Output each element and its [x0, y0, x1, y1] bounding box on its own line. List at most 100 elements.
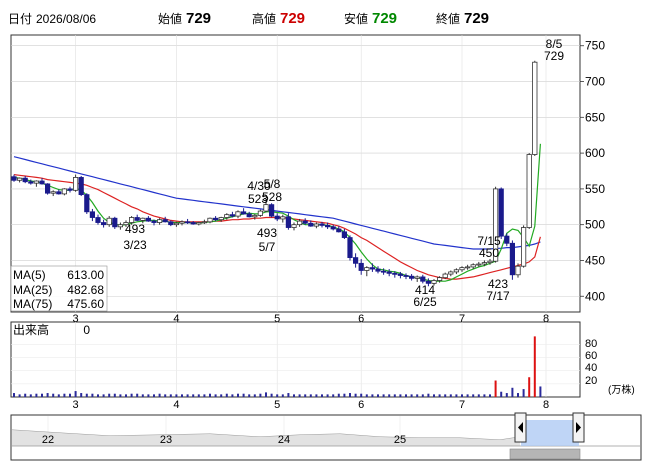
annotation-label: 6/25	[413, 295, 437, 309]
volume-bar	[505, 393, 508, 397]
candle-body	[73, 177, 79, 191]
volume-bar	[528, 377, 531, 397]
volume-bar	[237, 393, 239, 397]
volume-bar	[494, 380, 497, 397]
annotation-label: 493	[257, 226, 277, 240]
candle-body	[296, 220, 303, 226]
ma-legend: MA(5) 613.00 MA(25) 482.68 MA(75) 475.60	[10, 265, 108, 312]
volume-bar	[517, 393, 519, 397]
volume-bar	[63, 393, 66, 397]
volume-bar	[416, 394, 419, 397]
volume-bar	[197, 394, 200, 397]
volume-bar	[332, 394, 335, 397]
candle-body	[470, 264, 476, 268]
volume-bar	[52, 393, 55, 397]
candle-body	[67, 188, 73, 191]
candle-body	[459, 267, 465, 271]
navigator-scrollbar[interactable]	[509, 448, 581, 460]
candle-body	[16, 177, 23, 181]
volume-bar	[164, 394, 167, 397]
open-label: 始値	[158, 11, 182, 26]
navigator-tick-label: 24	[278, 434, 290, 446]
volume-bar	[444, 394, 447, 397]
annotation-label: 5/7	[259, 240, 276, 254]
volume-bar	[293, 394, 295, 397]
volume-bar	[438, 394, 441, 397]
volume-bar	[477, 394, 480, 397]
volume-bar	[399, 394, 402, 397]
candle-body	[212, 217, 219, 221]
candle	[61, 188, 68, 196]
candle-body	[28, 181, 34, 184]
navigator-tick-label: 23	[160, 434, 172, 446]
candle-body	[95, 217, 101, 223]
open-value: 729	[186, 10, 211, 27]
volume-bar	[405, 394, 407, 397]
candle-body	[162, 219, 168, 223]
candle-body	[319, 223, 325, 226]
candle	[78, 176, 84, 197]
volume-bar	[315, 394, 318, 397]
vol-tick-60: 60	[585, 350, 597, 362]
candle	[532, 60, 538, 156]
navigator-right-handle[interactable]	[572, 412, 585, 443]
volume-bar	[225, 393, 228, 397]
volume-bar	[169, 394, 172, 397]
candle-body	[380, 270, 387, 273]
candle-body	[196, 222, 202, 225]
volume-bar	[265, 392, 267, 397]
candle-body	[414, 276, 420, 279]
candle	[509, 240, 516, 280]
navigator-selection[interactable]	[521, 420, 579, 446]
candle-body	[352, 257, 359, 264]
candle-body	[521, 227, 527, 267]
candle	[347, 235, 353, 261]
candle	[257, 209, 264, 217]
volume-bar	[113, 393, 116, 397]
volume-bar	[242, 393, 245, 397]
annotation-label: 528	[262, 190, 282, 204]
volume-x-tick-label: 8	[543, 399, 549, 411]
volume-bar	[281, 394, 284, 397]
vol-tick-80: 80	[585, 338, 597, 350]
volume-bar	[248, 394, 251, 397]
volume-x-tick-label: 4	[173, 399, 179, 411]
candle-body	[112, 217, 118, 228]
candle-body	[201, 221, 207, 224]
candle-body	[453, 269, 460, 273]
candle-body	[45, 183, 51, 194]
candle-body	[392, 272, 398, 275]
volume-bar	[522, 389, 525, 397]
candle-body	[504, 235, 510, 244]
candle-body	[291, 224, 297, 228]
candle-body	[330, 226, 336, 230]
volume-bar	[91, 393, 94, 397]
volume-bar	[343, 393, 346, 397]
candle-body	[101, 222, 107, 226]
candle-body	[106, 217, 112, 226]
candle-body	[224, 214, 230, 218]
candle-body	[190, 222, 196, 225]
volume-bar	[46, 393, 49, 397]
annotation-label: 7/17	[486, 289, 510, 303]
volume-bar	[455, 394, 458, 397]
volume-bar	[220, 394, 223, 397]
candle-body	[498, 188, 504, 237]
volume-bar	[175, 394, 178, 397]
volume-bar	[41, 393, 43, 397]
candle-body	[532, 61, 538, 155]
volume-bar	[349, 393, 351, 397]
volume-bar	[360, 393, 363, 397]
volume-bar	[80, 393, 83, 397]
navigator-tick-label: 22	[42, 434, 54, 446]
volume-bar	[298, 394, 301, 397]
price-tick-label: 700	[585, 75, 605, 89]
volume-bar	[29, 394, 32, 397]
annotation-label: 493	[125, 222, 145, 236]
vol-tick-40: 40	[585, 362, 597, 374]
navigator-left-handle[interactable]	[514, 412, 527, 443]
volume-x-tick-label: 7	[459, 399, 465, 411]
volume-bar	[147, 394, 150, 397]
price-tick-label: 650	[585, 110, 605, 124]
candle-body	[386, 271, 392, 274]
